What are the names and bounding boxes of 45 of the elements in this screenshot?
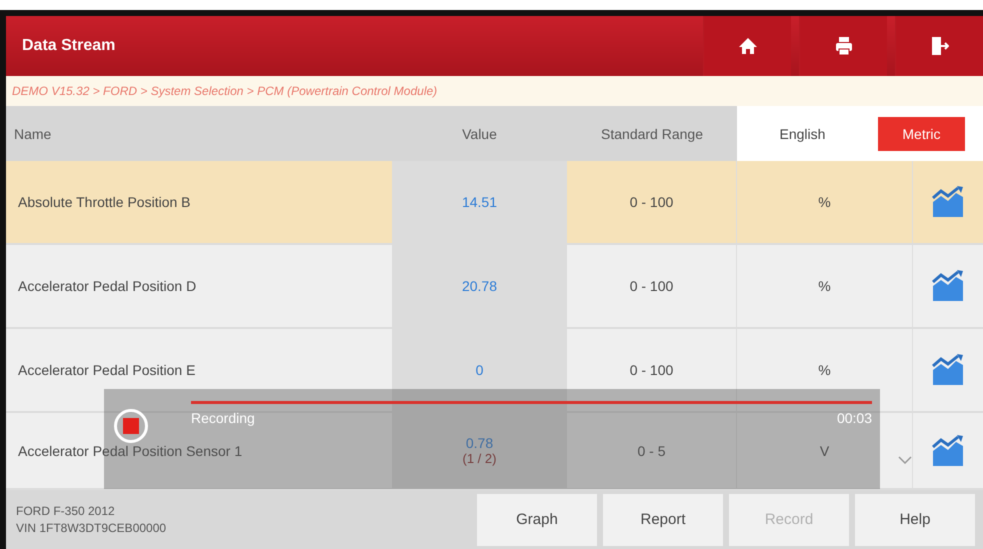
vin-text: VIN 1FT8W3DT9CEB00000: [16, 521, 168, 535]
exit-button[interactable]: [895, 16, 983, 76]
unit-text: %: [818, 194, 831, 210]
unit-text: V: [820, 442, 830, 458]
unit-text: %: [818, 278, 831, 294]
column-header: Name: [13, 126, 52, 142]
unit-tab[interactable]: English: [755, 116, 850, 150]
breadcrumb: DEMO V15.32 > FORD > System Selection > PCM (Powertrain Control Module): [6, 76, 983, 106]
column-header: Value: [461, 126, 498, 142]
line-chart-icon[interactable]: [931, 354, 965, 386]
exit-icon: [930, 36, 948, 56]
parameter-value: 14.51: [462, 194, 498, 210]
column-header: Standard Range: [600, 126, 704, 142]
parameter-value: 0: [476, 362, 484, 378]
page-indicator: (1 / 2): [462, 451, 496, 466]
standard-range: 0 - 5: [637, 442, 666, 458]
unit-tab[interactable]: Metric: [878, 116, 964, 150]
recording-label: Recording: [191, 410, 255, 426]
standard-range: 0 - 100: [630, 194, 674, 210]
parameter-value: 20.78: [462, 278, 498, 294]
vehicle-model: FORD F-350 2012: [16, 504, 116, 518]
line-chart-icon[interactable]: [931, 186, 965, 218]
data-row[interactable]: Accelerator Pedal Position E 0 0 - 100 %: [6, 329, 983, 413]
line-chart-icon[interactable]: [931, 434, 965, 466]
home-button[interactable]: [703, 16, 791, 76]
parameter-name: Absolute Throttle Position B: [18, 194, 191, 210]
home-icon: [738, 36, 758, 56]
parameter-name: Accelerator Pedal Position E: [18, 362, 196, 378]
standard-range: 0 - 100: [630, 278, 674, 294]
unit-text: %: [818, 362, 831, 378]
standard-range: 0 - 100: [630, 362, 674, 378]
parameter-name: Accelerator Pedal Position D: [18, 278, 196, 294]
data-row[interactable]: Absolute Throttle Position B 14.51 0 - 100 %: [6, 161, 983, 245]
footer-button[interactable]: Graph: [477, 494, 597, 546]
data-row[interactable]: Accelerator Pedal Position D 20.78 0 - 100 %: [6, 245, 983, 329]
footer-button[interactable]: Report: [603, 494, 723, 546]
stop-button[interactable]: [114, 409, 148, 443]
footer-button[interactable]: Help: [855, 494, 975, 546]
print-button[interactable]: [799, 16, 887, 76]
recording-time: 00:03: [836, 410, 872, 426]
printer-icon: [834, 36, 852, 56]
parameter-value: 0.78: [466, 435, 494, 451]
chevron-down-icon[interactable]: [898, 456, 912, 464]
line-chart-icon[interactable]: [931, 270, 965, 302]
window-title: Data Stream: [21, 37, 116, 55]
